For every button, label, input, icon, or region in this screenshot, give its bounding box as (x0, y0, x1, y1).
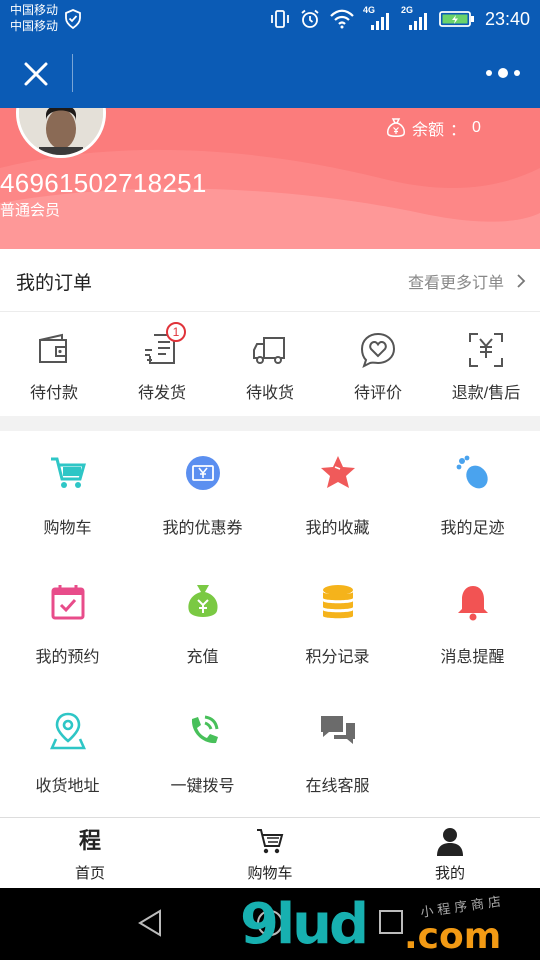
order-pending-shipment[interactable]: 待发货 (108, 312, 216, 416)
shield-icon (65, 9, 81, 29)
bottom-tab-bar: 程 首页 购物车 我的 (0, 817, 540, 888)
grid-item-coupon[interactable]: 我的优惠券 (135, 431, 270, 560)
cart-icon (50, 457, 86, 488)
vibrate-icon (271, 10, 289, 28)
user-icon (437, 828, 463, 856)
grid-item-favorites[interactable]: 我的收藏 (270, 431, 405, 560)
heart-chat-icon (360, 332, 396, 368)
chat-icon (320, 716, 355, 744)
user-id: 46961502718251 (0, 168, 207, 198)
tab-home[interactable]: 程 首页 (0, 818, 180, 888)
wifi-icon (330, 9, 354, 29)
money-bag-icon (387, 118, 405, 137)
coins-icon (322, 585, 353, 619)
close-icon[interactable] (18, 56, 54, 92)
grid-label: 积分记录 (305, 649, 370, 666)
grid-label: 充值 (186, 649, 219, 666)
bell-icon (457, 586, 488, 621)
truck-icon (253, 337, 285, 364)
grid-label: 一键拨号 (170, 778, 235, 795)
grid-label: 收货地址 (35, 778, 100, 795)
my-orders-title: 我的订单 (16, 273, 93, 294)
signal-2g: 2G (401, 5, 431, 31)
grid-item-appointment[interactable]: 我的预约 (0, 560, 135, 689)
order-refund[interactable]: 退款/售后 (432, 312, 540, 416)
service-grid: 购物车 我的优惠券 我的收藏 我的足迹 我的预约 充值 积分记录 消息提醒 收货… (0, 431, 540, 817)
signal-bars-icon (408, 13, 427, 30)
notification-badge: 1 (166, 322, 186, 342)
grid-item-one-click-dial[interactable]: 一键拨号 (135, 689, 270, 818)
order-pending-review[interactable]: 待评价 (324, 312, 432, 416)
grid-label: 我的收藏 (305, 520, 370, 537)
location-icon (49, 712, 86, 750)
watermark-suffix: .com (404, 916, 502, 957)
signal-4g: 4G (363, 5, 393, 31)
grid-item-cart[interactable]: 购物车 (0, 431, 135, 560)
coupon-icon (185, 456, 220, 490)
my-orders-header[interactable]: 我的订单 查看更多订单 (0, 249, 540, 312)
view-more-orders[interactable]: 查看更多订单 (408, 269, 526, 293)
balance-colon: ： (450, 122, 467, 139)
tab-mine[interactable]: 我的 (360, 818, 540, 888)
more-menu-button[interactable] (486, 64, 520, 82)
nav-divider (72, 54, 73, 92)
profile-header: 余额 ： 0 46961502718251 普通会员 (0, 108, 540, 249)
mini-program-nav (0, 38, 540, 108)
order-label: 待评价 (353, 385, 402, 402)
grid-item-notifications[interactable]: 消息提醒 (405, 560, 540, 689)
carrier-1: 中国移动 (10, 3, 59, 17)
more-dot-icon (498, 68, 508, 78)
order-status-row: 待付款 待发货 待收货 待评价 退款/售后 1 (0, 312, 540, 416)
back-icon[interactable] (136, 908, 164, 938)
watermark-logo: 9lud (240, 892, 369, 957)
tab-label: 首页 (74, 865, 105, 882)
grid-label: 我的预约 (35, 649, 100, 666)
grid-item-address[interactable]: 收货地址 (0, 689, 135, 818)
balance[interactable]: 余额 ： 0 (386, 116, 481, 140)
cart-icon (257, 829, 284, 854)
status-bar: 中国移动 中国移动 4G 2G 23:40 (0, 0, 540, 38)
order-label: 待发货 (137, 385, 186, 402)
order-label: 待收货 (245, 385, 294, 402)
carrier-2: 中国移动 (10, 19, 59, 33)
order-pending-payment[interactable]: 待付款 (0, 312, 108, 416)
footprint-icon (456, 455, 488, 489)
grid-label: 在线客服 (305, 778, 370, 795)
order-label: 退款/售后 (451, 385, 521, 402)
money-bag-icon (187, 585, 218, 617)
tab-cart[interactable]: 购物车 (180, 818, 360, 888)
grid-item-recharge[interactable]: 充值 (135, 560, 270, 689)
battery-icon (439, 11, 474, 27)
grid-label: 消息提醒 (440, 649, 505, 666)
more-dot-icon (514, 70, 520, 76)
grid-item-footprints[interactable]: 我的足迹 (405, 431, 540, 560)
chevron-right-icon (517, 274, 526, 288)
more-dot-icon (486, 70, 492, 76)
grid-label: 我的优惠券 (162, 520, 243, 537)
star-icon (320, 456, 355, 488)
grid-label: 我的足迹 (440, 520, 505, 537)
tab-label: 我的 (434, 865, 465, 882)
tab-label: 购物车 (247, 865, 293, 882)
grid-item-customer-service[interactable]: 在线客服 (270, 689, 405, 818)
order-label: 待付款 (29, 385, 78, 402)
phone-icon (191, 715, 218, 744)
refund-icon (469, 333, 503, 367)
signal-bars-icon (370, 13, 389, 30)
view-more-orders-label: 查看更多订单 (407, 275, 504, 292)
calendar-icon (51, 585, 84, 620)
member-level: 普通会员 (0, 202, 61, 219)
balance-value: 0 (472, 119, 481, 136)
wallet-icon (39, 333, 67, 363)
grid-item-points[interactable]: 积分记录 (270, 560, 405, 689)
recent-apps-icon[interactable] (378, 909, 404, 935)
clock: 23:40 (484, 8, 530, 29)
balance-label: 余额 (412, 122, 445, 139)
status-icons: 4G 2G 23:40 (269, 5, 530, 32)
alarm-icon (301, 9, 319, 28)
grid-label: 购物车 (43, 520, 92, 537)
home-icon: 程 (78, 828, 102, 853)
carrier-info: 中国移动 中国移动 (10, 2, 58, 34)
order-pending-receipt[interactable]: 待收货 (216, 312, 324, 416)
